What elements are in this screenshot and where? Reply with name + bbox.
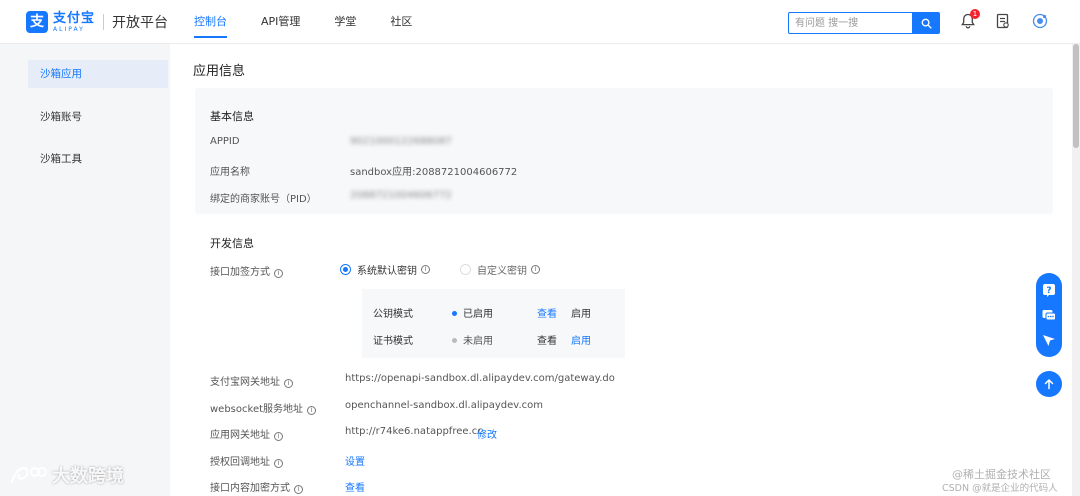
- public-key-status-text: 已启用: [463, 309, 493, 320]
- public-key-enable-action[interactable]: 启用: [571, 305, 591, 320]
- basic-info-title: 基本信息: [210, 110, 254, 123]
- avatar-icon: [1032, 13, 1048, 29]
- sidebar: 沙箱应用 沙箱账号 沙箱工具: [0, 44, 170, 496]
- search-icon: [921, 18, 932, 29]
- svg-text:?: ?: [1046, 286, 1051, 296]
- nav-academy[interactable]: 学堂: [334, 0, 356, 44]
- public-key-status: 已启用: [452, 305, 493, 320]
- logo-divider: [103, 14, 105, 30]
- app-name-label: 应用名称: [210, 167, 250, 178]
- sidebar-item-sandbox-app[interactable]: 沙箱应用: [28, 60, 168, 88]
- app-gateway-label-text: 应用网关地址: [210, 430, 270, 441]
- back-to-top-button[interactable]: [1036, 371, 1062, 397]
- info-icon[interactable]: i: [274, 269, 283, 278]
- help-button[interactable]: ?: [1041, 282, 1057, 298]
- info-icon[interactable]: i: [307, 406, 317, 415]
- account-avatar[interactable]: [1032, 13, 1050, 31]
- cert-mode-label: 证书模式: [373, 336, 413, 347]
- sign-method-text: 接口加签方式: [210, 267, 270, 278]
- cert-mode-view-action[interactable]: 查看: [537, 332, 557, 347]
- app-gateway-edit-link[interactable]: 修改: [477, 426, 497, 441]
- cert-mode-enable-link[interactable]: 启用: [571, 332, 591, 347]
- scrollbar-thumb[interactable]: [1073, 44, 1079, 148]
- nav-community[interactable]: 社区: [390, 0, 412, 44]
- search-input[interactable]: [788, 12, 912, 34]
- pid-value: 2088721004606772: [350, 190, 452, 201]
- websocket-label: websocket服务地址 i: [210, 400, 317, 415]
- dev-info-title: 开发信息: [210, 237, 254, 250]
- gateway-label-text: 支付宝网关地址: [210, 377, 280, 388]
- cert-mode-status: 未启用: [452, 332, 493, 347]
- feedback-icon: [1043, 335, 1055, 346]
- auth-callback-label: 授权回调地址 i: [210, 453, 283, 468]
- public-key-mode-label: 公钥模式: [373, 309, 413, 320]
- radio-default-key-label: 系统默认密钥: [357, 266, 417, 277]
- pid-label: 绑定的商家账号（PID）: [210, 194, 317, 205]
- info-icon[interactable]: i: [274, 459, 283, 468]
- logo-en-text: ALIPAY: [53, 25, 85, 33]
- watermark-left: 大数跨境: [8, 462, 124, 488]
- key-mode-panel: [362, 289, 625, 358]
- info-icon[interactable]: i: [531, 265, 540, 274]
- feedback-button[interactable]: [1041, 332, 1057, 348]
- public-key-view-link[interactable]: 查看: [537, 305, 557, 320]
- chat-icon: [1042, 310, 1056, 321]
- sign-method-label: 接口加签方式 i: [210, 263, 283, 278]
- encrypt-method-view-link[interactable]: 查看: [345, 479, 365, 494]
- appid-label: APPID: [210, 136, 240, 147]
- nav-api-management[interactable]: API管理: [261, 0, 300, 44]
- platform-title: 开放平台: [112, 15, 169, 31]
- search-box: [788, 12, 940, 34]
- docs-button[interactable]: [996, 13, 1014, 31]
- watermark-logo-icon: [10, 466, 47, 484]
- status-disabled-dot: [452, 338, 457, 343]
- watermark-left-text: 大数跨境: [52, 466, 124, 487]
- app-gateway-label: 应用网关地址 i: [210, 426, 283, 441]
- main-content: 应用信息 基本信息 APPID 9021000122688087 应用名称 sa…: [170, 44, 1072, 496]
- gateway-label: 支付宝网关地址 i: [210, 373, 293, 388]
- sidebar-item-sandbox-account[interactable]: 沙箱账号: [28, 103, 168, 131]
- search-button[interactable]: [912, 12, 940, 34]
- watermark-csdn: CSDN @就是企业的代码人: [942, 483, 1058, 494]
- help-icon: ?: [1043, 284, 1055, 297]
- info-icon[interactable]: i: [421, 265, 430, 274]
- app-gateway-value: http://r74ke6.natappfree.cc: [345, 426, 483, 437]
- status-enabled-dot: [452, 311, 457, 316]
- document-icon: [996, 13, 1009, 29]
- auth-callback-label-text: 授权回调地址: [210, 457, 270, 468]
- top-header: 支 支付宝 ALIPAY 开放平台 控制台 API管理 学堂 社区 1: [0, 0, 1080, 44]
- alipay-logo[interactable]: 支 支付宝 ALIPAY 开放平台: [26, 11, 168, 33]
- alipay-logo-mark: 支: [26, 11, 48, 33]
- auth-callback-set-link[interactable]: 设置: [345, 453, 365, 468]
- page-scrollbar[interactable]: [1072, 44, 1080, 496]
- appid-value: 9021000122688087: [350, 136, 452, 147]
- encrypt-method-label-text: 接口内容加密方式: [210, 483, 290, 494]
- page-title: 应用信息: [193, 64, 246, 79]
- logo-text: 支付宝 ALIPAY: [53, 12, 95, 33]
- nav-console[interactable]: 控制台: [194, 0, 227, 44]
- info-icon[interactable]: i: [274, 432, 283, 441]
- websocket-value: openchannel-sandbox.dl.alipaydev.com: [345, 400, 543, 411]
- websocket-label-text: websocket服务地址: [210, 404, 304, 415]
- gateway-value: https://openapi-sandbox.dl.alipaydev.com…: [345, 373, 615, 384]
- info-icon[interactable]: i: [294, 485, 303, 494]
- notification-button[interactable]: 1: [961, 9, 980, 31]
- radio-checked-icon: [340, 264, 351, 275]
- main-nav: 控制台 API管理 学堂 社区: [194, 0, 446, 44]
- radio-custom-key-label: 自定义密钥: [477, 266, 527, 277]
- sidebar-item-sandbox-tools[interactable]: 沙箱工具: [28, 145, 168, 173]
- chat-button[interactable]: [1041, 307, 1057, 323]
- radio-unchecked-icon: [460, 264, 471, 275]
- basic-info-card: [195, 88, 1053, 214]
- radio-default-key[interactable]: 系统默认密钥 i: [340, 262, 430, 277]
- radio-custom-key[interactable]: 自定义密钥 i: [460, 262, 540, 277]
- arrow-up-icon: [1044, 379, 1054, 390]
- app-name-value: sandbox应用:2088721004606772: [350, 167, 518, 178]
- cert-mode-status-text: 未启用: [463, 336, 493, 347]
- notification-badge: 1: [970, 9, 980, 19]
- info-icon[interactable]: i: [284, 379, 293, 388]
- floating-toolbar: ?: [1036, 273, 1062, 357]
- logo-cn-text: 支付宝: [53, 10, 96, 26]
- encrypt-method-label: 接口内容加密方式 i: [210, 479, 303, 494]
